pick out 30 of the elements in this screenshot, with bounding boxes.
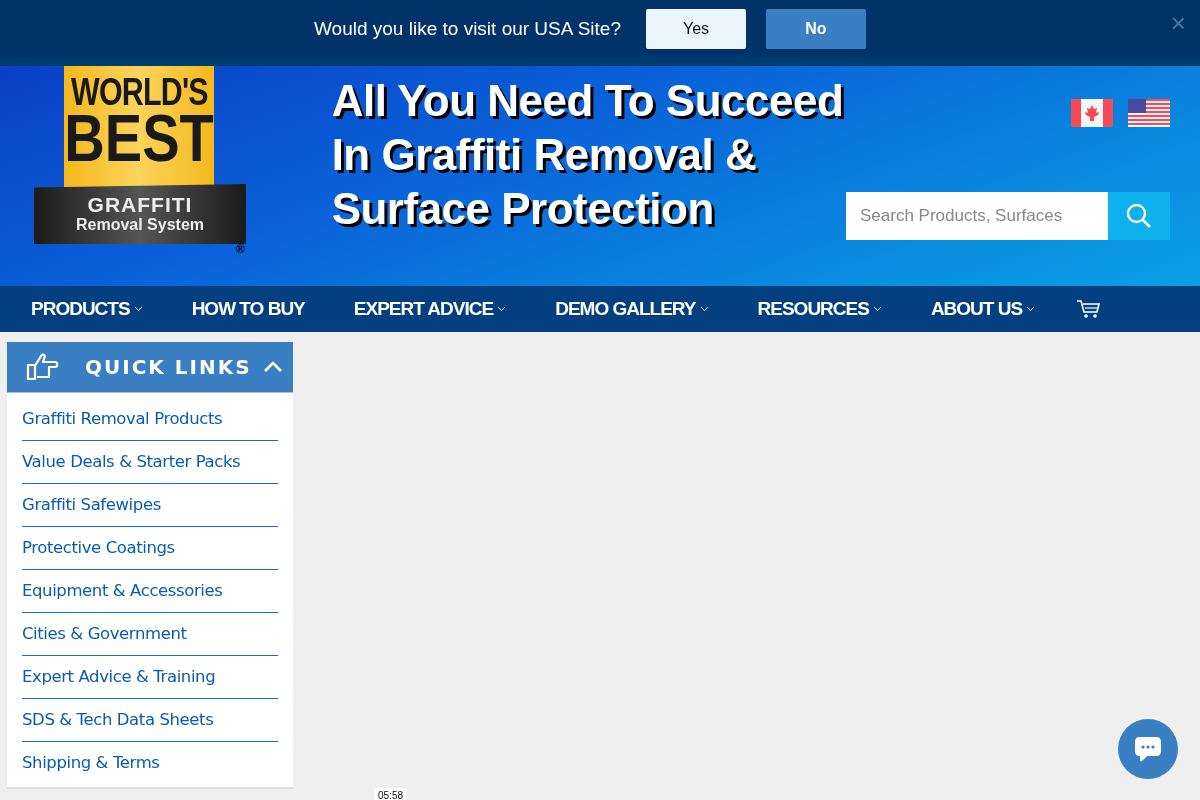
quick-link[interactable]: Shipping & Terms	[22, 753, 160, 772]
search-icon	[1126, 203, 1152, 229]
quick-link[interactable]: Equipment & Accessories	[22, 581, 223, 600]
search-field[interactable]: Search Products, Surfaces	[846, 192, 1108, 240]
quick-link[interactable]: Value Deals & Starter Packs	[22, 452, 241, 471]
quick-link[interactable]: Protective Coatings	[22, 538, 175, 557]
accept-button[interactable]: Yes	[646, 8, 746, 49]
search-button[interactable]	[1108, 192, 1170, 240]
decline-button[interactable]: No	[766, 8, 866, 49]
cart-icon[interactable]	[1076, 299, 1102, 319]
nav-link[interactable]: PRODUCTS	[31, 298, 143, 320]
canada-flag-icon[interactable]	[1071, 99, 1113, 127]
pointing-hand-icon	[25, 352, 59, 382]
headline: All You Need To Succeed In Graffiti Removal & Surface Protection	[331, 75, 845, 235]
quick-link[interactable]: Graffiti Removal Products	[22, 409, 223, 428]
nav-link[interactable]: HOW TO BUY	[191, 298, 305, 320]
nav-link[interactable]: RESOURCES	[757, 298, 882, 320]
nav-link[interactable]: DEMO GALLERY	[555, 298, 709, 320]
timestamp: 05:58	[374, 788, 408, 800]
quick-link[interactable]: Graffiti Safewipes	[22, 495, 161, 514]
nav-link[interactable]: ABOUT US	[930, 298, 1036, 320]
prompt-question: Would you like to visit our USA Site?	[314, 17, 621, 40]
quick-link[interactable]: Expert Advice & Training	[22, 667, 216, 686]
logo[interactable]: WORLD'S BEST GRAFFITI Removal System ®	[32, 66, 250, 258]
quick-link[interactable]: SDS & Tech Data Sheets	[22, 710, 214, 729]
nav-link[interactable]: EXPERT ADVICE	[353, 298, 507, 320]
chat-button[interactable]	[1118, 719, 1178, 779]
quick-links-header[interactable]: QUICK LINKS	[7, 342, 293, 393]
usa-flag-icon[interactable]	[1128, 99, 1170, 127]
quick-link[interactable]: Cities & Government	[22, 624, 187, 643]
